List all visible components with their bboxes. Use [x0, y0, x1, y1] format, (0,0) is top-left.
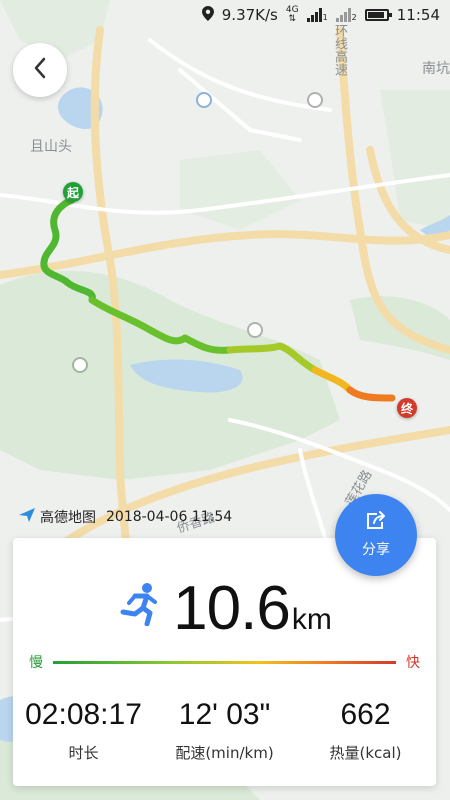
pace-legend: 慢 快: [29, 652, 420, 672]
start-marker: 起: [63, 182, 83, 202]
pace-value: 12' 03": [178, 698, 271, 731]
record-timestamp: 2018-04-06 11:54: [106, 509, 233, 525]
duration-value: 02:08:17: [25, 698, 142, 731]
stat-pace: 12' 03" 配速(min/km): [154, 698, 295, 763]
share-label: 分享: [362, 542, 390, 558]
map-label-expressway: 环线高速: [332, 24, 347, 76]
map-label-nankeng: 南坑: [422, 61, 450, 77]
map-provider: 高德地图 2018-04-06 11:54: [18, 507, 232, 527]
stat-calories: 662 热量(kcal): [295, 698, 436, 763]
distance-row: 10.6 km: [13, 578, 436, 640]
signal-2-icon: 2: [335, 8, 357, 22]
share-button[interactable]: 分享: [335, 494, 417, 576]
runner-icon: [117, 582, 161, 630]
provider-name: 高德地图: [40, 510, 96, 526]
calories-label: 热量(kcal): [329, 744, 402, 762]
map-label-qieshantou: 且山头: [30, 139, 72, 155]
stats-row: 02:08:17 时长 12' 03" 配速(min/km) 662 热量(kc…: [13, 698, 436, 763]
clock: 11:54: [396, 6, 440, 24]
calories-value: 662: [340, 698, 391, 731]
chevron-left-icon: [33, 57, 47, 83]
share-icon: [365, 511, 387, 535]
pace-slow-label: 慢: [29, 655, 43, 671]
distance-value: 10.6: [173, 574, 291, 643]
status-bar: 9.37K/s 4G ⇅ 1 2 11:54: [0, 0, 450, 30]
battery-level: [367, 12, 384, 18]
amap-logo-icon: [18, 507, 36, 527]
battery-icon: [364, 9, 392, 21]
distance-unit: km: [291, 603, 332, 636]
signal-icon: 1: [306, 8, 328, 22]
end-marker: 终: [397, 398, 417, 418]
location-icon: [201, 5, 214, 25]
network-type-icon: 4G ⇅: [285, 5, 299, 24]
pace-fast-label: 快: [406, 655, 420, 671]
pace-label: 配速(min/km): [175, 744, 274, 762]
back-button[interactable]: [13, 43, 67, 97]
network-speed: 9.37K/s: [221, 6, 278, 24]
duration-label: 时长: [68, 744, 99, 762]
stat-duration: 02:08:17 时长: [13, 698, 154, 763]
pace-gradient-bar: [53, 660, 396, 664]
